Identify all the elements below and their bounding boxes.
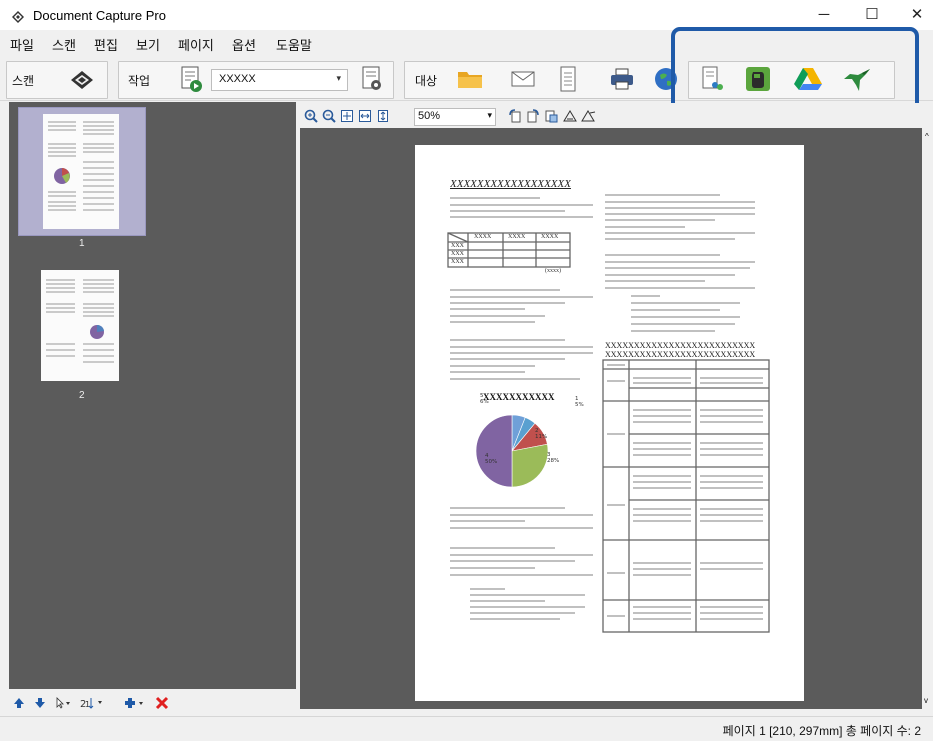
view-toolbar xyxy=(300,103,933,127)
close-icon[interactable]: ✕ xyxy=(904,4,930,26)
thumbnail-number-1: 1 xyxy=(79,238,85,249)
document-icon[interactable] xyxy=(553,64,583,94)
job-select[interactable]: XXXXX ▾ xyxy=(211,69,348,91)
scroll-up-icon[interactable]: ^ xyxy=(925,132,929,141)
table-row-2: XXX xyxy=(451,251,464,257)
pie-label: 11% xyxy=(535,434,547,440)
right-heading-2: XXXXXXXXXXXXXXXXXXXXXXXXXX xyxy=(605,350,756,359)
fit-width-icon[interactable] xyxy=(358,109,372,123)
table-row-1: XXX xyxy=(451,243,464,249)
page-content: 56% 15%211%328%450% xyxy=(447,194,770,633)
printer-icon[interactable] xyxy=(607,64,637,94)
menu-edit[interactable]: 편집 xyxy=(94,35,118,54)
thumbnail-number-2: 2 xyxy=(79,390,85,401)
menu-scan[interactable]: 스캔 xyxy=(52,35,76,54)
scanner-icon[interactable] xyxy=(67,64,97,94)
table-row-3: XXX xyxy=(451,259,464,265)
pie-title: XXXXXXXXXXX xyxy=(483,392,555,402)
menu-options[interactable]: 옵션 xyxy=(232,35,256,54)
email-icon[interactable] xyxy=(508,64,538,94)
app-logo-icon xyxy=(12,11,24,23)
pie-label: 50% xyxy=(485,459,497,465)
rotate-left-icon[interactable] xyxy=(508,109,522,123)
menu-page[interactable]: 페이지 xyxy=(178,35,214,54)
vertical-scrollbar[interactable]: ^ v xyxy=(923,128,933,709)
maximize-icon[interactable]: ☐ xyxy=(859,4,885,26)
zoom-value: 50% xyxy=(418,110,441,122)
table-note: (xxxx) xyxy=(545,268,561,274)
job-select-value: XXXXX xyxy=(219,73,256,85)
folder-icon[interactable] xyxy=(455,64,485,94)
pie-chart: 56% 15%211%328%450% xyxy=(475,393,584,488)
menu-view[interactable]: 보기 xyxy=(136,35,160,54)
zoom-select[interactable]: 50% ▾ xyxy=(414,108,496,126)
menu-help[interactable]: 도움말 xyxy=(276,35,312,54)
menu-file[interactable]: 파일 xyxy=(10,35,34,54)
scan-label: 스캔 xyxy=(12,74,35,88)
thumbnail-page-2[interactable] xyxy=(41,270,119,381)
document-page: XXXXXXXXXXXXXXXXXX 5 6% 1 5% 2 11% 3 28%… xyxy=(415,145,804,701)
table-head-1: XXXX xyxy=(474,234,492,240)
zoom-in-icon[interactable] xyxy=(304,109,318,123)
status-text: 페이지 1 [210, 297mm] 총 페이지 수: 2 xyxy=(722,724,921,738)
minimize-icon[interactable]: ─ xyxy=(811,4,837,26)
pie-slice xyxy=(475,414,513,488)
pie-label: 28% xyxy=(547,458,559,464)
pie-label: 5% xyxy=(575,402,584,408)
destination-label: 대상 xyxy=(415,74,438,88)
window-title: Document Capture Pro xyxy=(33,8,166,23)
deskew-icon[interactable] xyxy=(563,109,577,123)
rotate-right-icon[interactable] xyxy=(526,109,540,123)
table-head-2: XXXX xyxy=(508,234,526,240)
select-icon[interactable] xyxy=(55,697,71,709)
sort-icon[interactable]: 21 xyxy=(79,696,105,710)
svg-text:1: 1 xyxy=(85,700,90,709)
add-icon[interactable] xyxy=(124,697,146,709)
job-scan-icon[interactable] xyxy=(176,64,206,94)
move-down-icon[interactable] xyxy=(34,697,46,709)
thumbnail-page-1[interactable] xyxy=(43,114,119,229)
skew-icon[interactable] xyxy=(581,109,597,123)
status-bar: 페이지 1 [210, 297mm] 총 페이지 수: 2 xyxy=(0,716,933,741)
job-settings-icon[interactable] xyxy=(357,64,387,94)
crop-icon[interactable] xyxy=(544,109,558,123)
job-label: 작업 xyxy=(128,74,151,88)
right-heading-1: XXXXXXXXXXXXXXXXXXXXXXXXXX xyxy=(605,341,756,350)
fit-height-icon[interactable] xyxy=(376,109,390,123)
fit-page-icon[interactable] xyxy=(340,109,354,123)
zoom-out-icon[interactable] xyxy=(322,109,336,123)
pie-slice xyxy=(511,443,549,488)
thumbnail-tools xyxy=(9,691,296,713)
scroll-down-icon[interactable]: v xyxy=(924,696,928,705)
table-head-3: XXXX xyxy=(541,234,559,240)
move-up-icon[interactable] xyxy=(13,697,25,709)
delete-icon[interactable] xyxy=(155,696,169,710)
chevron-down-icon: ▾ xyxy=(487,110,492,120)
chevron-down-icon: ▾ xyxy=(336,73,341,83)
